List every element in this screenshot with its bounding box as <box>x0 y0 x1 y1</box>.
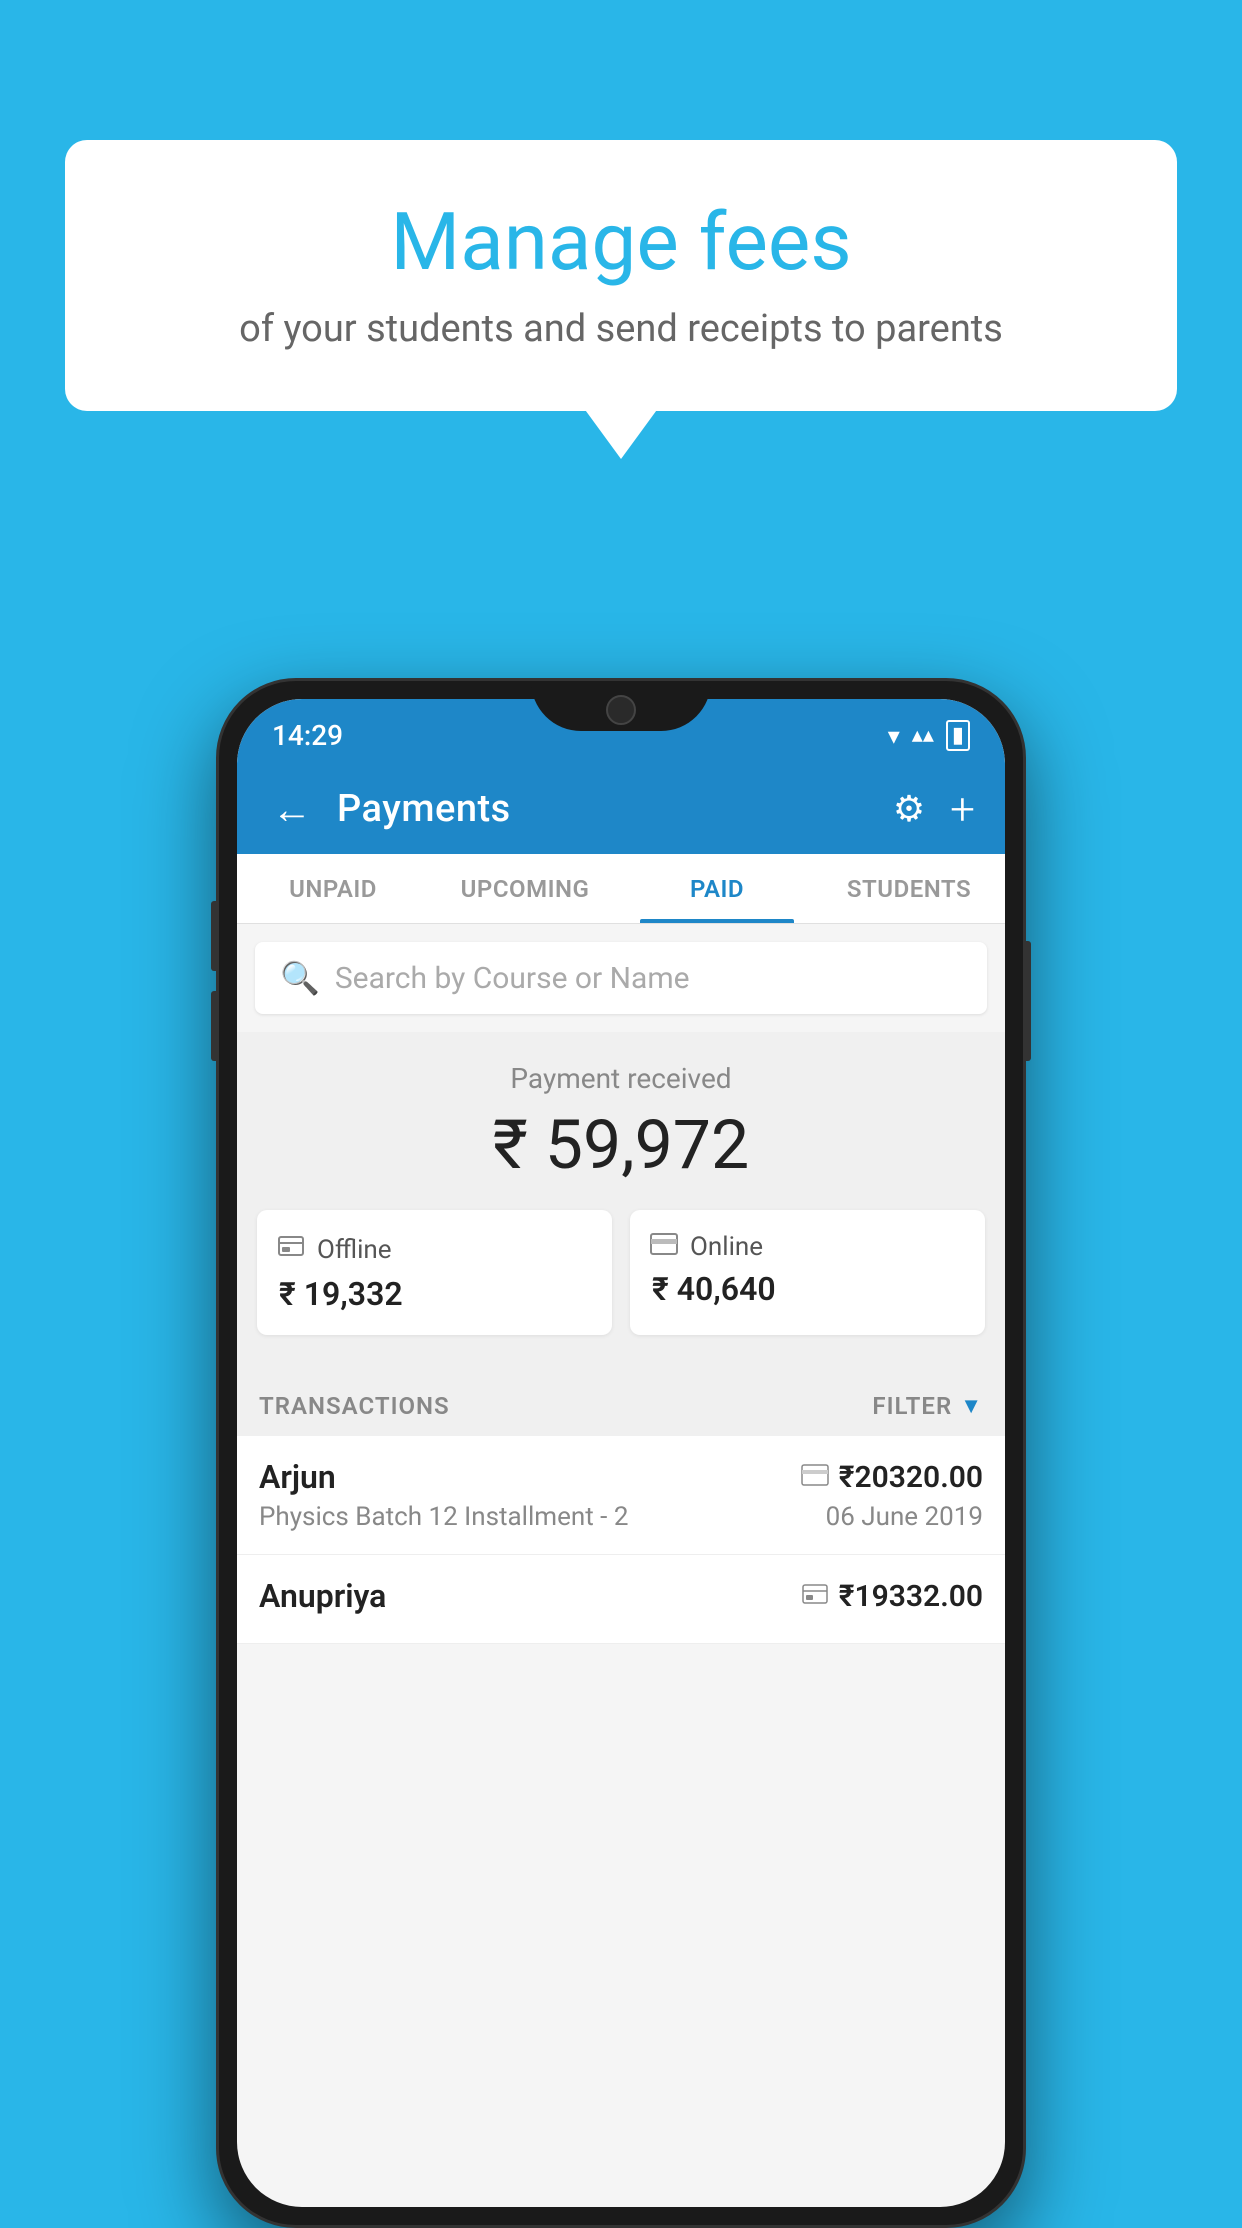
payment-cards-row: Offline ₹ 19,332 <box>257 1210 985 1335</box>
transactions-label: TRANSACTIONS <box>259 1392 450 1420</box>
transaction-amount-wrap: ₹19332.00 <box>801 1579 983 1614</box>
offline-payment-card: Offline ₹ 19,332 <box>257 1210 612 1335</box>
volume-up-button[interactable] <box>211 901 219 971</box>
volume-down-button[interactable] <box>211 991 219 1061</box>
manage-fees-subtitle: of your students and send receipts to pa… <box>125 307 1117 351</box>
speech-bubble-container: Manage fees of your students and send re… <box>65 140 1177 411</box>
transaction-date: 06 June 2019 <box>826 1502 983 1532</box>
online-amount: ₹ 40,640 <box>650 1270 776 1308</box>
status-time: 14:29 <box>272 719 343 752</box>
wifi-icon: ▾ <box>888 722 900 750</box>
transaction-offline-icon <box>801 1583 829 1609</box>
power-button[interactable] <box>1023 941 1031 1061</box>
search-container[interactable]: 🔍 Search by Course or Name <box>255 942 987 1014</box>
tab-bar: UNPAID UPCOMING PAID STUDENTS <box>237 854 1005 924</box>
payment-total: ₹ 59,972 <box>257 1105 985 1185</box>
transaction-name: Arjun <box>259 1458 336 1496</box>
notch <box>531 681 711 731</box>
payment-received-section: Payment received ₹ 59,972 <box>237 1032 1005 1370</box>
transaction-list: Arjun ₹20320.00 <box>237 1436 1005 1644</box>
page-title: Payments <box>337 787 873 831</box>
online-card-header: Online <box>650 1232 763 1262</box>
add-icon[interactable]: + <box>950 783 975 835</box>
transactions-header: TRANSACTIONS FILTER ▼ <box>237 1370 1005 1436</box>
filter-icon: ▼ <box>960 1393 983 1419</box>
phone-frame: 14:29 ▾ ▴▴ ▮ ← Payments ⚙ + <box>216 678 1026 2228</box>
tab-upcoming[interactable]: UPCOMING <box>429 854 621 923</box>
transaction-row-top: Arjun ₹20320.00 <box>259 1458 983 1496</box>
phone-outer: 14:29 ▾ ▴▴ ▮ ← Payments ⚙ + <box>216 678 1026 2228</box>
offline-icon <box>277 1232 305 1267</box>
status-icons: ▾ ▴▴ ▮ <box>888 720 970 751</box>
search-icon: 🔍 <box>280 959 320 997</box>
tab-unpaid[interactable]: UNPAID <box>237 854 429 923</box>
manage-fees-title: Manage fees <box>125 195 1117 289</box>
transaction-amount: ₹20320.00 <box>839 1460 983 1495</box>
payment-received-label: Payment received <box>257 1062 985 1095</box>
camera <box>606 695 636 725</box>
filter-label: FILTER <box>872 1392 952 1420</box>
top-bar-actions: ⚙ + <box>893 783 975 835</box>
transaction-row-bottom: Physics Batch 12 Installment - 2 06 June… <box>259 1502 983 1532</box>
offline-amount: ₹ 19,332 <box>277 1275 403 1313</box>
screen-content: 14:29 ▾ ▴▴ ▮ ← Payments ⚙ + <box>237 699 1005 2207</box>
online-payment-card: Online ₹ 40,640 <box>630 1210 985 1335</box>
offline-card-header: Offline <box>277 1232 392 1267</box>
phone-screen: 14:29 ▾ ▴▴ ▮ ← Payments ⚙ + <box>237 699 1005 2207</box>
transaction-amount: ₹19332.00 <box>839 1579 983 1614</box>
speech-bubble: Manage fees of your students and send re… <box>65 140 1177 411</box>
signal-icon: ▴▴ <box>912 723 934 748</box>
online-label: Online <box>690 1232 763 1262</box>
tab-students[interactable]: STUDENTS <box>813 854 1005 923</box>
transaction-name: Anupriya <box>259 1577 386 1615</box>
table-row[interactable]: Anupriya ₹19332.00 <box>237 1555 1005 1644</box>
offline-label: Offline <box>317 1235 392 1265</box>
back-button[interactable]: ← <box>267 781 317 838</box>
transaction-card-icon <box>801 1464 829 1490</box>
transaction-row-top: Anupriya ₹19332.00 <box>259 1577 983 1615</box>
search-input[interactable]: Search by Course or Name <box>335 961 690 996</box>
filter-button[interactable]: FILTER ▼ <box>872 1392 983 1420</box>
tab-paid[interactable]: PAID <box>621 854 813 923</box>
transaction-amount-wrap: ₹20320.00 <box>801 1460 983 1495</box>
top-bar: ← Payments ⚙ + <box>237 764 1005 854</box>
online-icon <box>650 1232 678 1262</box>
settings-icon[interactable]: ⚙ <box>893 788 925 830</box>
battery-icon: ▮ <box>946 720 970 751</box>
table-row[interactable]: Arjun ₹20320.00 <box>237 1436 1005 1555</box>
transaction-description: Physics Batch 12 Installment - 2 <box>259 1502 628 1532</box>
